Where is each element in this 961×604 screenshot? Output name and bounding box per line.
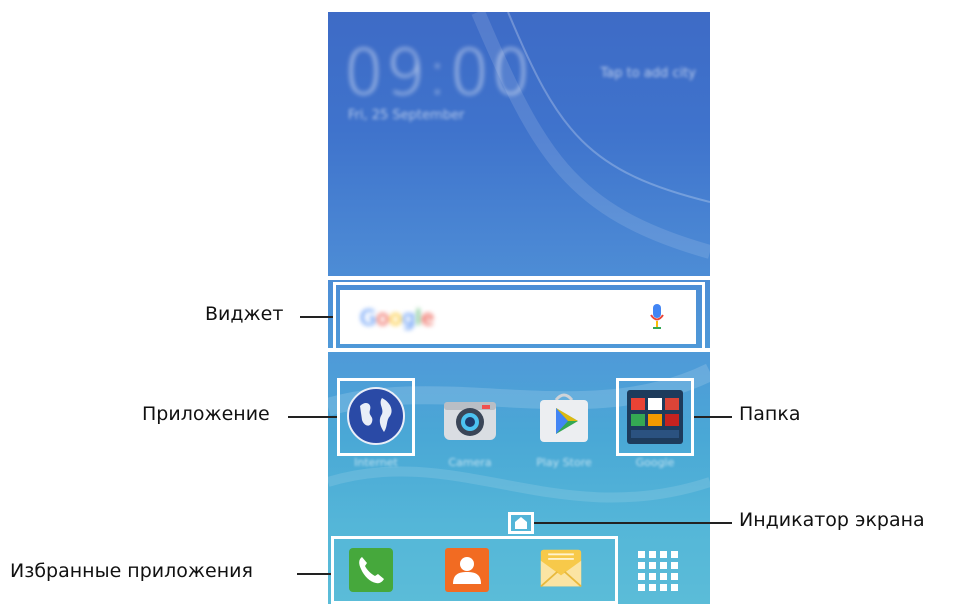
folder-label: Google	[635, 456, 675, 469]
contacts-icon[interactable]	[445, 548, 489, 592]
date-text: Fri, 25 September	[348, 108, 465, 123]
callout-folder: Папка	[739, 403, 801, 425]
messages-icon[interactable]	[539, 547, 583, 591]
divider	[328, 276, 710, 280]
play-store-app-label: Play Store	[536, 456, 592, 469]
phone-icon[interactable]	[349, 548, 393, 592]
clock-widget[interactable]: 09:00	[344, 36, 533, 109]
camera-app-icon[interactable]	[440, 388, 500, 448]
widget-highlight	[333, 282, 705, 352]
callout-line	[297, 573, 331, 575]
callout-widget: Виджет	[205, 303, 284, 325]
home-indicator-icon[interactable]	[514, 516, 528, 530]
callout-app: Приложение	[142, 403, 270, 425]
camera-app-label: Camera	[448, 456, 492, 469]
callout-line	[288, 416, 337, 418]
callout-screen-indicator: Индикатор экрана	[739, 509, 925, 531]
callout-favorites: Избранные приложения	[10, 560, 253, 582]
callout-line	[300, 316, 333, 318]
callout-line	[694, 416, 732, 418]
internet-app-icon[interactable]	[346, 386, 406, 446]
weather-hint[interactable]: Tap to add city	[601, 66, 696, 81]
internet-app-label: Internet	[354, 456, 398, 469]
callout-line	[534, 522, 732, 524]
apps-grid-icon[interactable]	[636, 549, 680, 593]
play-store-app-icon[interactable]	[534, 388, 594, 448]
folder-icon[interactable]	[625, 386, 685, 446]
